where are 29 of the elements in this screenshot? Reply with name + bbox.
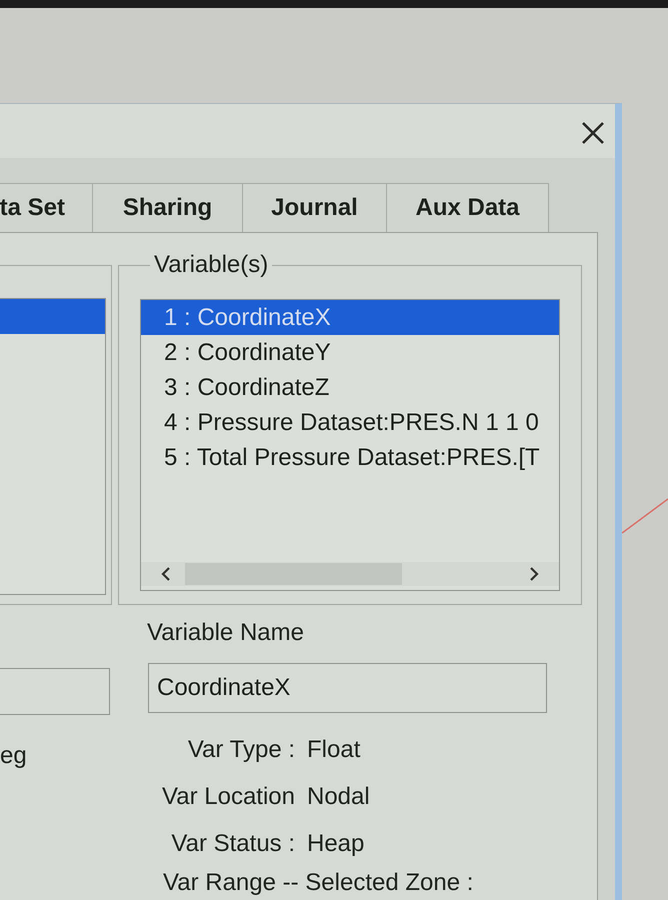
list-item[interactable]: 1 : CoordinateX — [141, 300, 559, 335]
property-value: Heap — [307, 828, 364, 858]
chevron-right-icon[interactable] — [529, 566, 539, 582]
property-label: Var Location — [161, 782, 295, 812]
chevron-left-icon[interactable] — [161, 566, 171, 582]
list-item[interactable]: 3 : CoordinateZ — [141, 370, 559, 405]
property-value: Float — [307, 734, 360, 764]
list-item[interactable]: 4 : Pressure Dataset:PRES.N 1 1 0 — [141, 405, 559, 440]
field-label: eg — [0, 742, 27, 770]
tab[interactable]: Aux Data — [387, 183, 549, 232]
group-title: Variable(s) — [153, 251, 270, 279]
property-label: Var Type : — [186, 734, 295, 764]
section-label: Var Range -- Selected Zone : — [162, 868, 474, 898]
property-label: Var Status : — [170, 828, 295, 858]
list-box[interactable]: 1 : CoordinateX 2 : CoordinateY 3 : CoordinateZ 4 : Pressure Dataset:PRES.N 1 1 0 5 : Total Pressure Dataset:PRES.[T — [140, 299, 560, 591]
close-button[interactable] — [580, 120, 606, 146]
diagonal-line — [622, 497, 668, 535]
horizontal-scrollbar[interactable] — [141, 562, 559, 586]
tab[interactable]: ta Set — [0, 183, 93, 232]
text-field[interactable] — [0, 668, 110, 715]
list-item[interactable]: 5 : Total Pressure Dataset:PRES.[T — [141, 440, 559, 475]
tab[interactable]: Journal — [243, 183, 387, 232]
text-field[interactable]: CoordinateX — [148, 663, 547, 713]
property-value: Nodal — [307, 782, 370, 812]
list-item[interactable]: 2 : CoordinateY — [141, 335, 559, 370]
field-label: Variable Name — [147, 619, 304, 647]
list-box[interactable] — [0, 298, 106, 595]
tab[interactable]: Sharing — [93, 183, 243, 232]
scrollbar-thumb[interactable] — [185, 563, 402, 585]
